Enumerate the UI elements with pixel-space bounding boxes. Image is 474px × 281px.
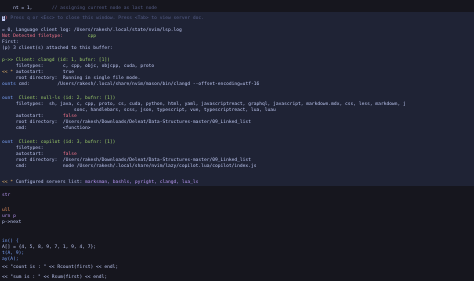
cmd-value: <function> (62, 126, 91, 131)
header-text: Press q or <Esc> to close this window. P… (10, 16, 204, 21)
code-line: << "count is : " << Rcount(first) << end… (2, 265, 118, 271)
root-label: root directory: (15, 120, 58, 125)
cmd-label: cmd: (15, 126, 27, 131)
log-text: = 0, Language client log: /Users/rakesh/… (2, 28, 182, 33)
code-text: << "sum is : " << Rsum(first) << endl; (2, 275, 108, 280)
nulls-cmd: cmd: <function> (2, 126, 91, 132)
autostart-value: false (62, 152, 77, 157)
root-label: root directory: (15, 76, 58, 81)
code-line: str (2, 193, 10, 199)
code-text: ull (2, 208, 11, 213)
cmd-value: /Users/rakesh/.local/share/nvim/mason/bi… (57, 82, 260, 87)
code-text: << "count is : " << Rcount(first) << end… (2, 265, 119, 270)
cmd-label: cmd: (18, 82, 30, 87)
autostart-label: autostart: (15, 70, 44, 75)
copilot-cmd: cmd: node /Users/rakesh/.local/share/nvi… (2, 164, 257, 170)
filetypes-value-cont: sonc, handlebars, scss, json, typescript… (73, 108, 276, 113)
root-value: Running in single file mode. (62, 76, 141, 81)
editor: nt = 1, // assigning current node as las… (0, 0, 474, 280)
nulls-title-text: Client: null-ls (id: 2, bufnr: [1]) (18, 96, 116, 101)
root-value: /Users/rakesh/Downloads/Deleat/Data-Stru… (62, 120, 251, 125)
copilot-prefix: ount (2, 140, 14, 145)
lsp-attached: (p) 3 client(s) attached to this buffer: (2, 46, 113, 52)
configured-value: marksman, bashls, pyright, clangd, lua_l… (85, 180, 199, 185)
root-value: /Users/rakesh/Downloads/Deleat/Data-Stru… (62, 158, 251, 163)
code-text: t(A, 9); (2, 251, 25, 256)
configured-servers: << * Configured servers list: marksman, … (2, 180, 198, 186)
cmd-prefix: ounts (2, 82, 16, 87)
copilot-title-text: Client: copilot (id: 3, bufnr: [1]) (18, 140, 116, 145)
detected-value: cpp (87, 34, 97, 39)
filetypes-value: c, cpp, objc, objcpp, cuda, proto (62, 64, 155, 69)
code-line: ay(A); (2, 257, 19, 263)
autostart-value: false (62, 114, 77, 119)
configured-label: Configured servers list: (15, 180, 83, 185)
filetypes-value: sh, java, c, cpp, proto, cs, cuda, pytho… (49, 102, 406, 107)
first-text: First: (2, 40, 19, 45)
configured-prefix: << * (2, 180, 14, 185)
code-line: << "sum is : " << Rsum(first) << endl; (2, 275, 107, 281)
clangd-cmd: ounts cmd: /Users/rakesh/.local/share/nv… (2, 82, 259, 88)
root-label: root directory: (15, 158, 58, 163)
filetypes-label: filetypes: (15, 102, 44, 107)
cmd-label: cmd: (15, 164, 27, 169)
detected-label: Not Detected filetype: (2, 34, 63, 39)
code-line: p->next (2, 220, 21, 226)
code-text: p->next (2, 220, 22, 225)
clangd-title-text: p->> Client: clangd (id: 1, bufnr: [1]) (2, 58, 110, 63)
filetypes-label: filetypes: (15, 64, 44, 69)
filetypes-label: filetypes: (15, 146, 44, 151)
code-text: A[] = {4, 5, 8, 9, 7, 1, 9, 4, 7}; (2, 245, 97, 250)
attached-text: (p) 3 client(s) attached to this buffer: (2, 46, 113, 51)
nulls-prefix: ount (2, 96, 14, 101)
code-text: str (2, 193, 11, 198)
code-text: ay(A); (2, 257, 19, 262)
code-text: nt = 1, (13, 6, 33, 12)
autostart-label: autostart: (15, 114, 44, 119)
code-comment: // assigning current node as last node (51, 6, 157, 12)
autostart-prefix: << * (2, 70, 14, 75)
code-text: in() { (2, 239, 19, 244)
lsp-header: t) Press q or <Esc> to close this window… (2, 16, 204, 22)
autostart-value: true (62, 70, 74, 75)
cmd-value: node /Users/rakesh/.local/share/nvim/laz… (62, 164, 257, 169)
code-text: urn p (2, 214, 16, 219)
header-prefix: ) (4, 16, 8, 21)
autostart-label: autostart: (15, 152, 44, 157)
